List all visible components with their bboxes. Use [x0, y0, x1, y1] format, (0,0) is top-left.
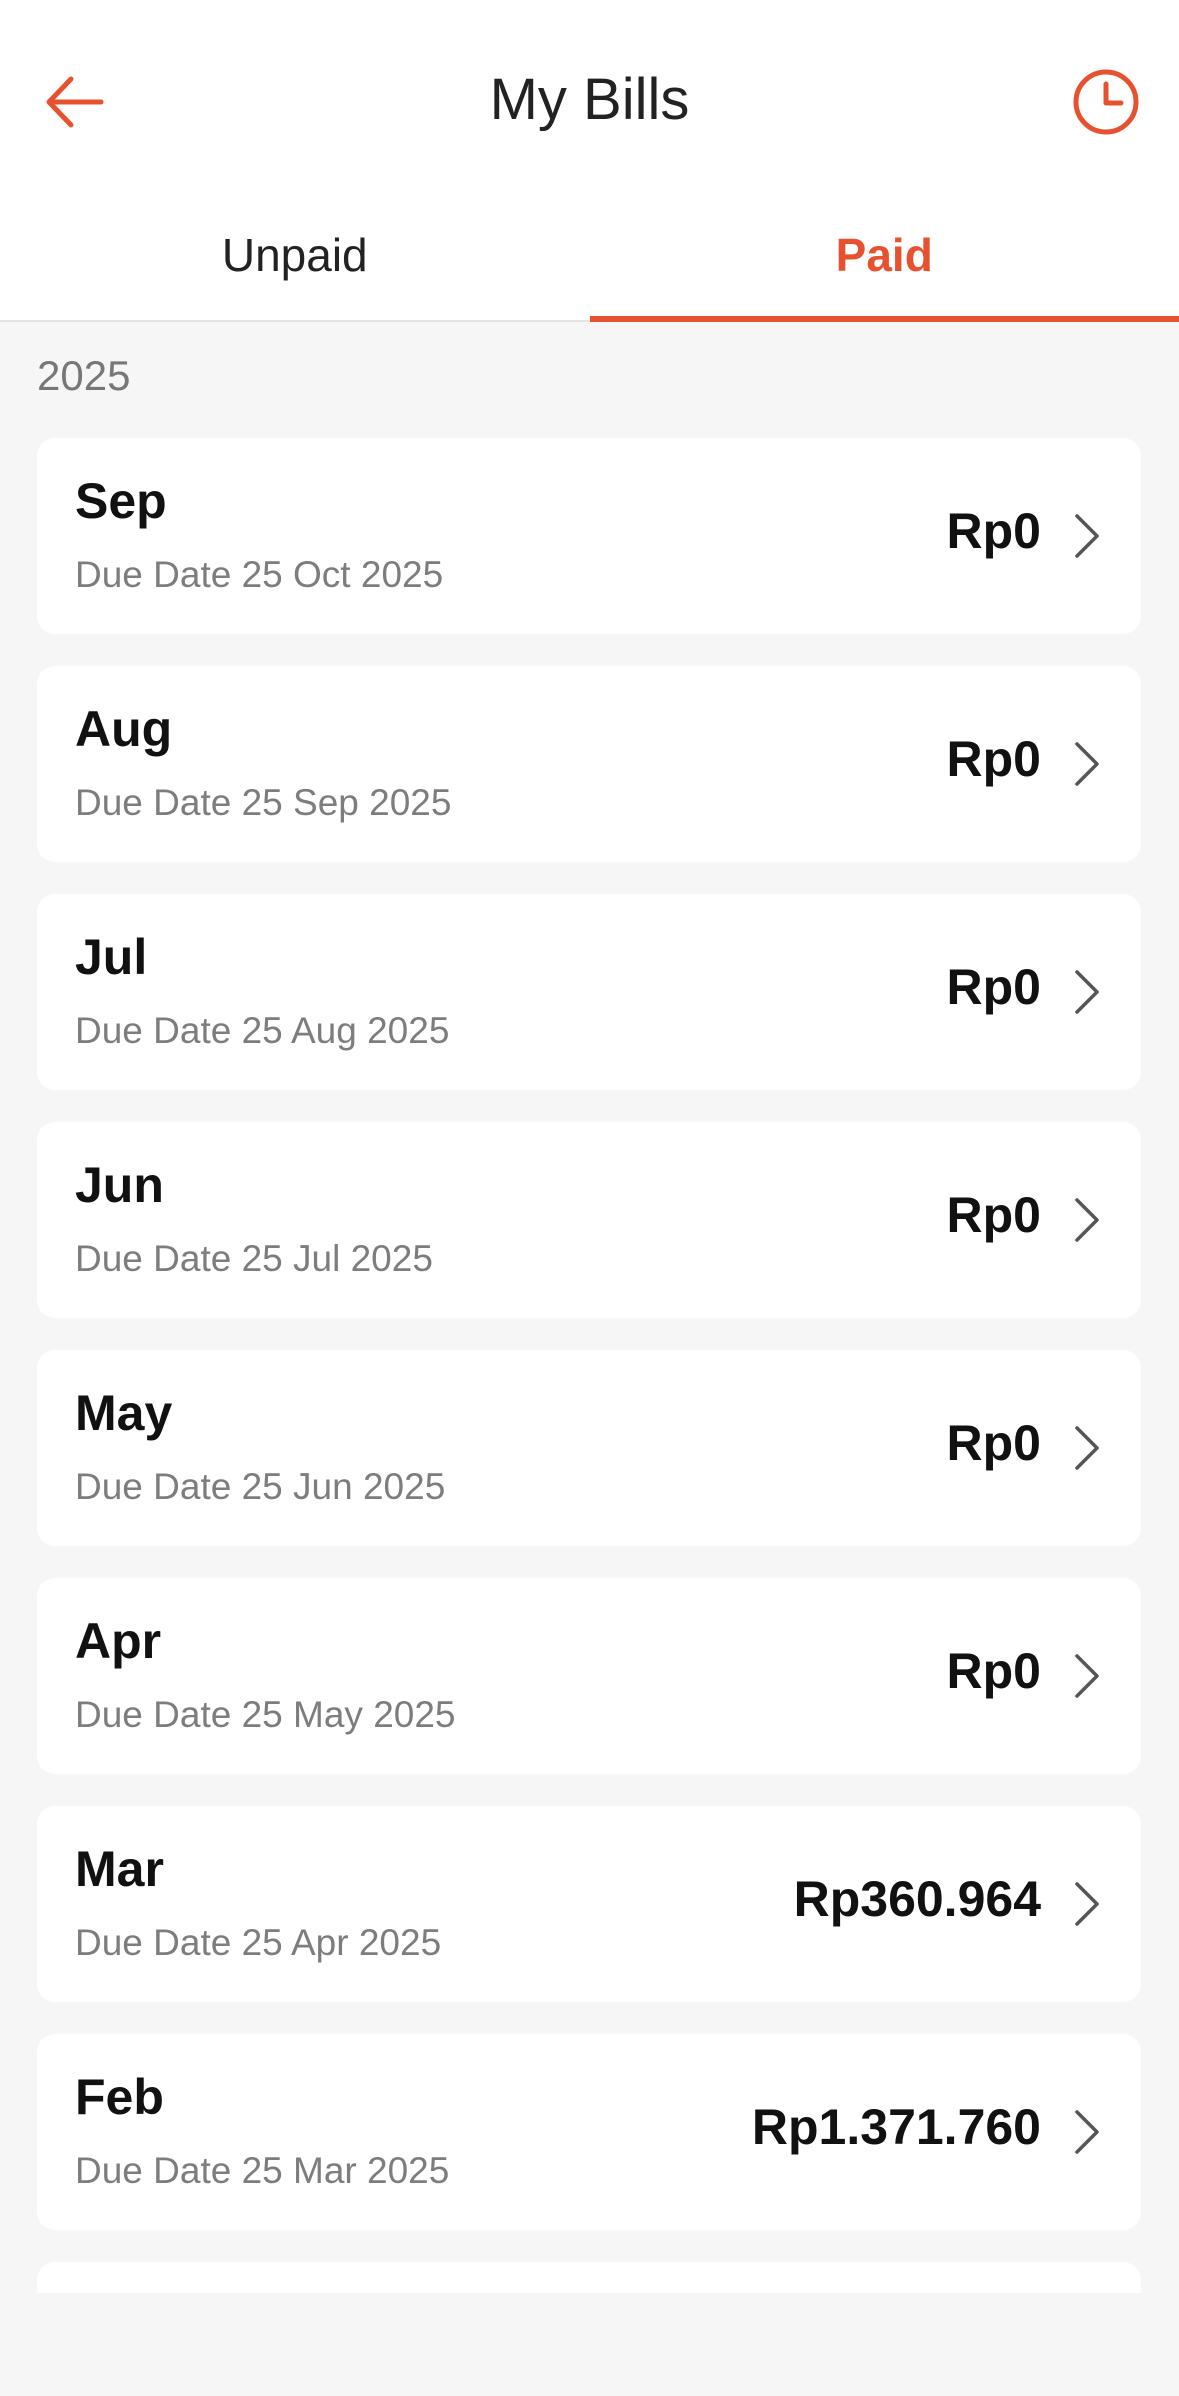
- year-heading: 2025: [37, 352, 131, 399]
- bill-amount: Rp360.964: [793, 1871, 1041, 1927]
- chevron-right-icon: [1075, 1426, 1099, 1470]
- history-button[interactable]: [1060, 56, 1152, 148]
- bill-month: May: [75, 1385, 173, 1441]
- bill-card-sep[interactable]: Sep Due Date 25 Oct 2025 Rp0: [37, 438, 1141, 634]
- bill-month: Jun: [75, 1157, 164, 1213]
- bottom-spacer: [0, 2293, 1179, 2396]
- bill-amount: Rp1.371.760: [751, 2099, 1041, 2155]
- chevron-right-icon: [1075, 1198, 1099, 1242]
- bill-card-partial[interactable]: [37, 2262, 1141, 2293]
- bill-due-date: Due Date 25 Mar 2025: [75, 2150, 450, 2191]
- bill-due-date: Due Date 25 Sep 2025: [75, 782, 452, 823]
- chevron-right-icon: [1075, 970, 1099, 1014]
- tab-unpaid[interactable]: Unpaid: [0, 200, 590, 320]
- bill-month: Aug: [75, 701, 173, 757]
- bill-month: Sep: [75, 473, 167, 529]
- bill-amount: Rp0: [946, 1643, 1041, 1699]
- page-title: My Bills: [489, 67, 690, 132]
- bill-card-mar[interactable]: Mar Due Date 25 Apr 2025 Rp360.964: [37, 1806, 1141, 2002]
- bill-amount: Rp0: [946, 1187, 1041, 1243]
- bill-card-apr[interactable]: Apr Due Date 25 May 2025 Rp0: [37, 1578, 1141, 1774]
- bill-month: Feb: [75, 2069, 164, 2125]
- bill-amount: Rp0: [946, 959, 1041, 1015]
- bill-month: Jul: [75, 929, 148, 985]
- bill-due-date: Due Date 25 Jun 2025: [75, 1466, 446, 1507]
- chevron-right-icon: [1075, 1882, 1099, 1926]
- chevron-right-icon: [1075, 742, 1099, 786]
- bill-month: Apr: [75, 1613, 162, 1669]
- chevron-right-icon: [1075, 2110, 1099, 2154]
- bill-due-date: Due Date 25 May 2025: [75, 1694, 456, 1735]
- bill-month: Mar: [75, 1841, 164, 1897]
- bill-due-date: Due Date 25 Apr 2025: [75, 1922, 442, 1963]
- clock-icon: [1073, 69, 1139, 135]
- chevron-right-icon: [1075, 1654, 1099, 1698]
- bill-card-may[interactable]: May Due Date 25 Jun 2025 Rp0: [37, 1350, 1141, 1546]
- bill-due-date: Due Date 25 Aug 2025: [75, 1010, 450, 1051]
- bill-card-feb[interactable]: Feb Due Date 25 Mar 2025 Rp1.371.760: [37, 2034, 1141, 2230]
- bill-due-date: Due Date 25 Oct 2025: [75, 554, 444, 595]
- bill-list[interactable]: Sep Due Date 25 Oct 2025 Rp0 Aug Due Dat…: [37, 438, 1141, 2293]
- bill-card-jul[interactable]: Jul Due Date 25 Aug 2025 Rp0: [37, 894, 1141, 1090]
- bill-tabs: Unpaid Paid: [0, 200, 1179, 322]
- bill-amount: Rp0: [946, 731, 1041, 787]
- bill-due-date: Due Date 25 Jul 2025: [75, 1238, 433, 1279]
- bill-card-aug[interactable]: Aug Due Date 25 Sep 2025 Rp0: [37, 666, 1141, 862]
- bill-card-jun[interactable]: Jun Due Date 25 Jul 2025 Rp0: [37, 1122, 1141, 1318]
- bill-amount: Rp0: [946, 1415, 1041, 1471]
- app-header: My Bills: [0, 0, 1179, 200]
- chevron-right-icon: [1075, 514, 1099, 558]
- bill-amount: Rp0: [946, 503, 1041, 559]
- tab-paid[interactable]: Paid: [589, 200, 1179, 322]
